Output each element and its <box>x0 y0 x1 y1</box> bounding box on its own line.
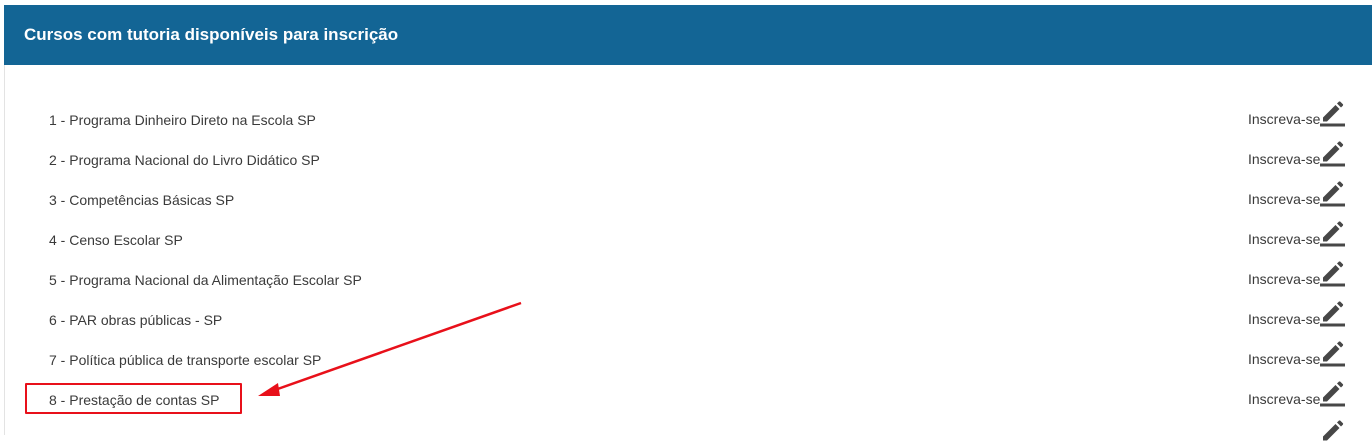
enroll-button[interactable]: Inscreva-se <box>1247 221 1347 255</box>
course-name: 7 - Política pública de transporte escol… <box>49 352 322 368</box>
enroll-label[interactable]: Inscreva-se <box>1248 270 1320 288</box>
enroll-label[interactable]: Inscreva-se <box>1248 190 1320 208</box>
highlight-box <box>25 383 242 414</box>
pencil-icon[interactable] <box>1320 221 1346 247</box>
list-item: 7 - Política pública de transporte escol… <box>36 341 1356 377</box>
enroll-label[interactable]: Inscreva-se <box>1248 110 1320 128</box>
pencil-icon[interactable] <box>1320 101 1346 127</box>
list-item: 3 - Competências Básicas SP Inscreva-se <box>36 181 1356 217</box>
enroll-button[interactable]: Inscreva-se <box>1247 261 1347 295</box>
list-item: 1 - Programa Dinheiro Direto na Escola S… <box>36 101 1356 137</box>
enroll-label[interactable]: Inscreva-se <box>1248 350 1320 368</box>
course-name: 2 - Programa Nacional do Livro Didático … <box>49 152 320 168</box>
pencil-icon[interactable] <box>1320 341 1346 367</box>
course-name: 1 - Programa Dinheiro Direto na Escola S… <box>49 112 316 128</box>
enroll-button[interactable]: Inscreva-se <box>1247 101 1347 135</box>
course-name: 5 - Programa Nacional da Alimentação Esc… <box>49 272 362 288</box>
enroll-label[interactable]: Inscreva-se <box>1248 390 1320 408</box>
enroll-button[interactable]: Inscreva-se <box>1247 181 1347 215</box>
pencil-icon[interactable] <box>1320 261 1346 287</box>
list-item: 4 - Censo Escolar SP Inscreva-se <box>36 221 1356 257</box>
list-item: 2 - Programa Nacional do Livro Didático … <box>36 141 1356 177</box>
enroll-label[interactable]: Inscreva-se <box>1248 310 1320 328</box>
enroll-button[interactable]: Inscreva-se <box>1247 381 1347 415</box>
pencil-icon[interactable] <box>1320 141 1346 167</box>
pencil-icon <box>1323 420 1344 441</box>
enroll-label[interactable]: Inscreva-se <box>1248 230 1320 248</box>
enroll-button[interactable]: Inscreva-se <box>1247 341 1347 375</box>
course-name: 4 - Censo Escolar SP <box>49 232 183 248</box>
course-name: 6 - PAR obras públicas - SP <box>49 312 223 328</box>
course-list: 1 - Programa Dinheiro Direto na Escola S… <box>0 0 1372 441</box>
enroll-button[interactable]: Inscreva-se <box>1247 301 1347 335</box>
list-item: 5 - Programa Nacional da Alimentação Esc… <box>36 261 1356 297</box>
enroll-label[interactable]: Inscreva-se <box>1248 150 1320 168</box>
pencil-icon[interactable] <box>1320 181 1346 207</box>
list-item: 6 - PAR obras públicas - SP Inscreva-se <box>36 301 1356 337</box>
course-name: 3 - Competências Básicas SP <box>49 192 235 208</box>
pencil-icon[interactable] <box>1320 301 1346 327</box>
pencil-icon[interactable] <box>1320 381 1346 407</box>
enroll-button[interactable]: Inscreva-se <box>1247 141 1347 175</box>
